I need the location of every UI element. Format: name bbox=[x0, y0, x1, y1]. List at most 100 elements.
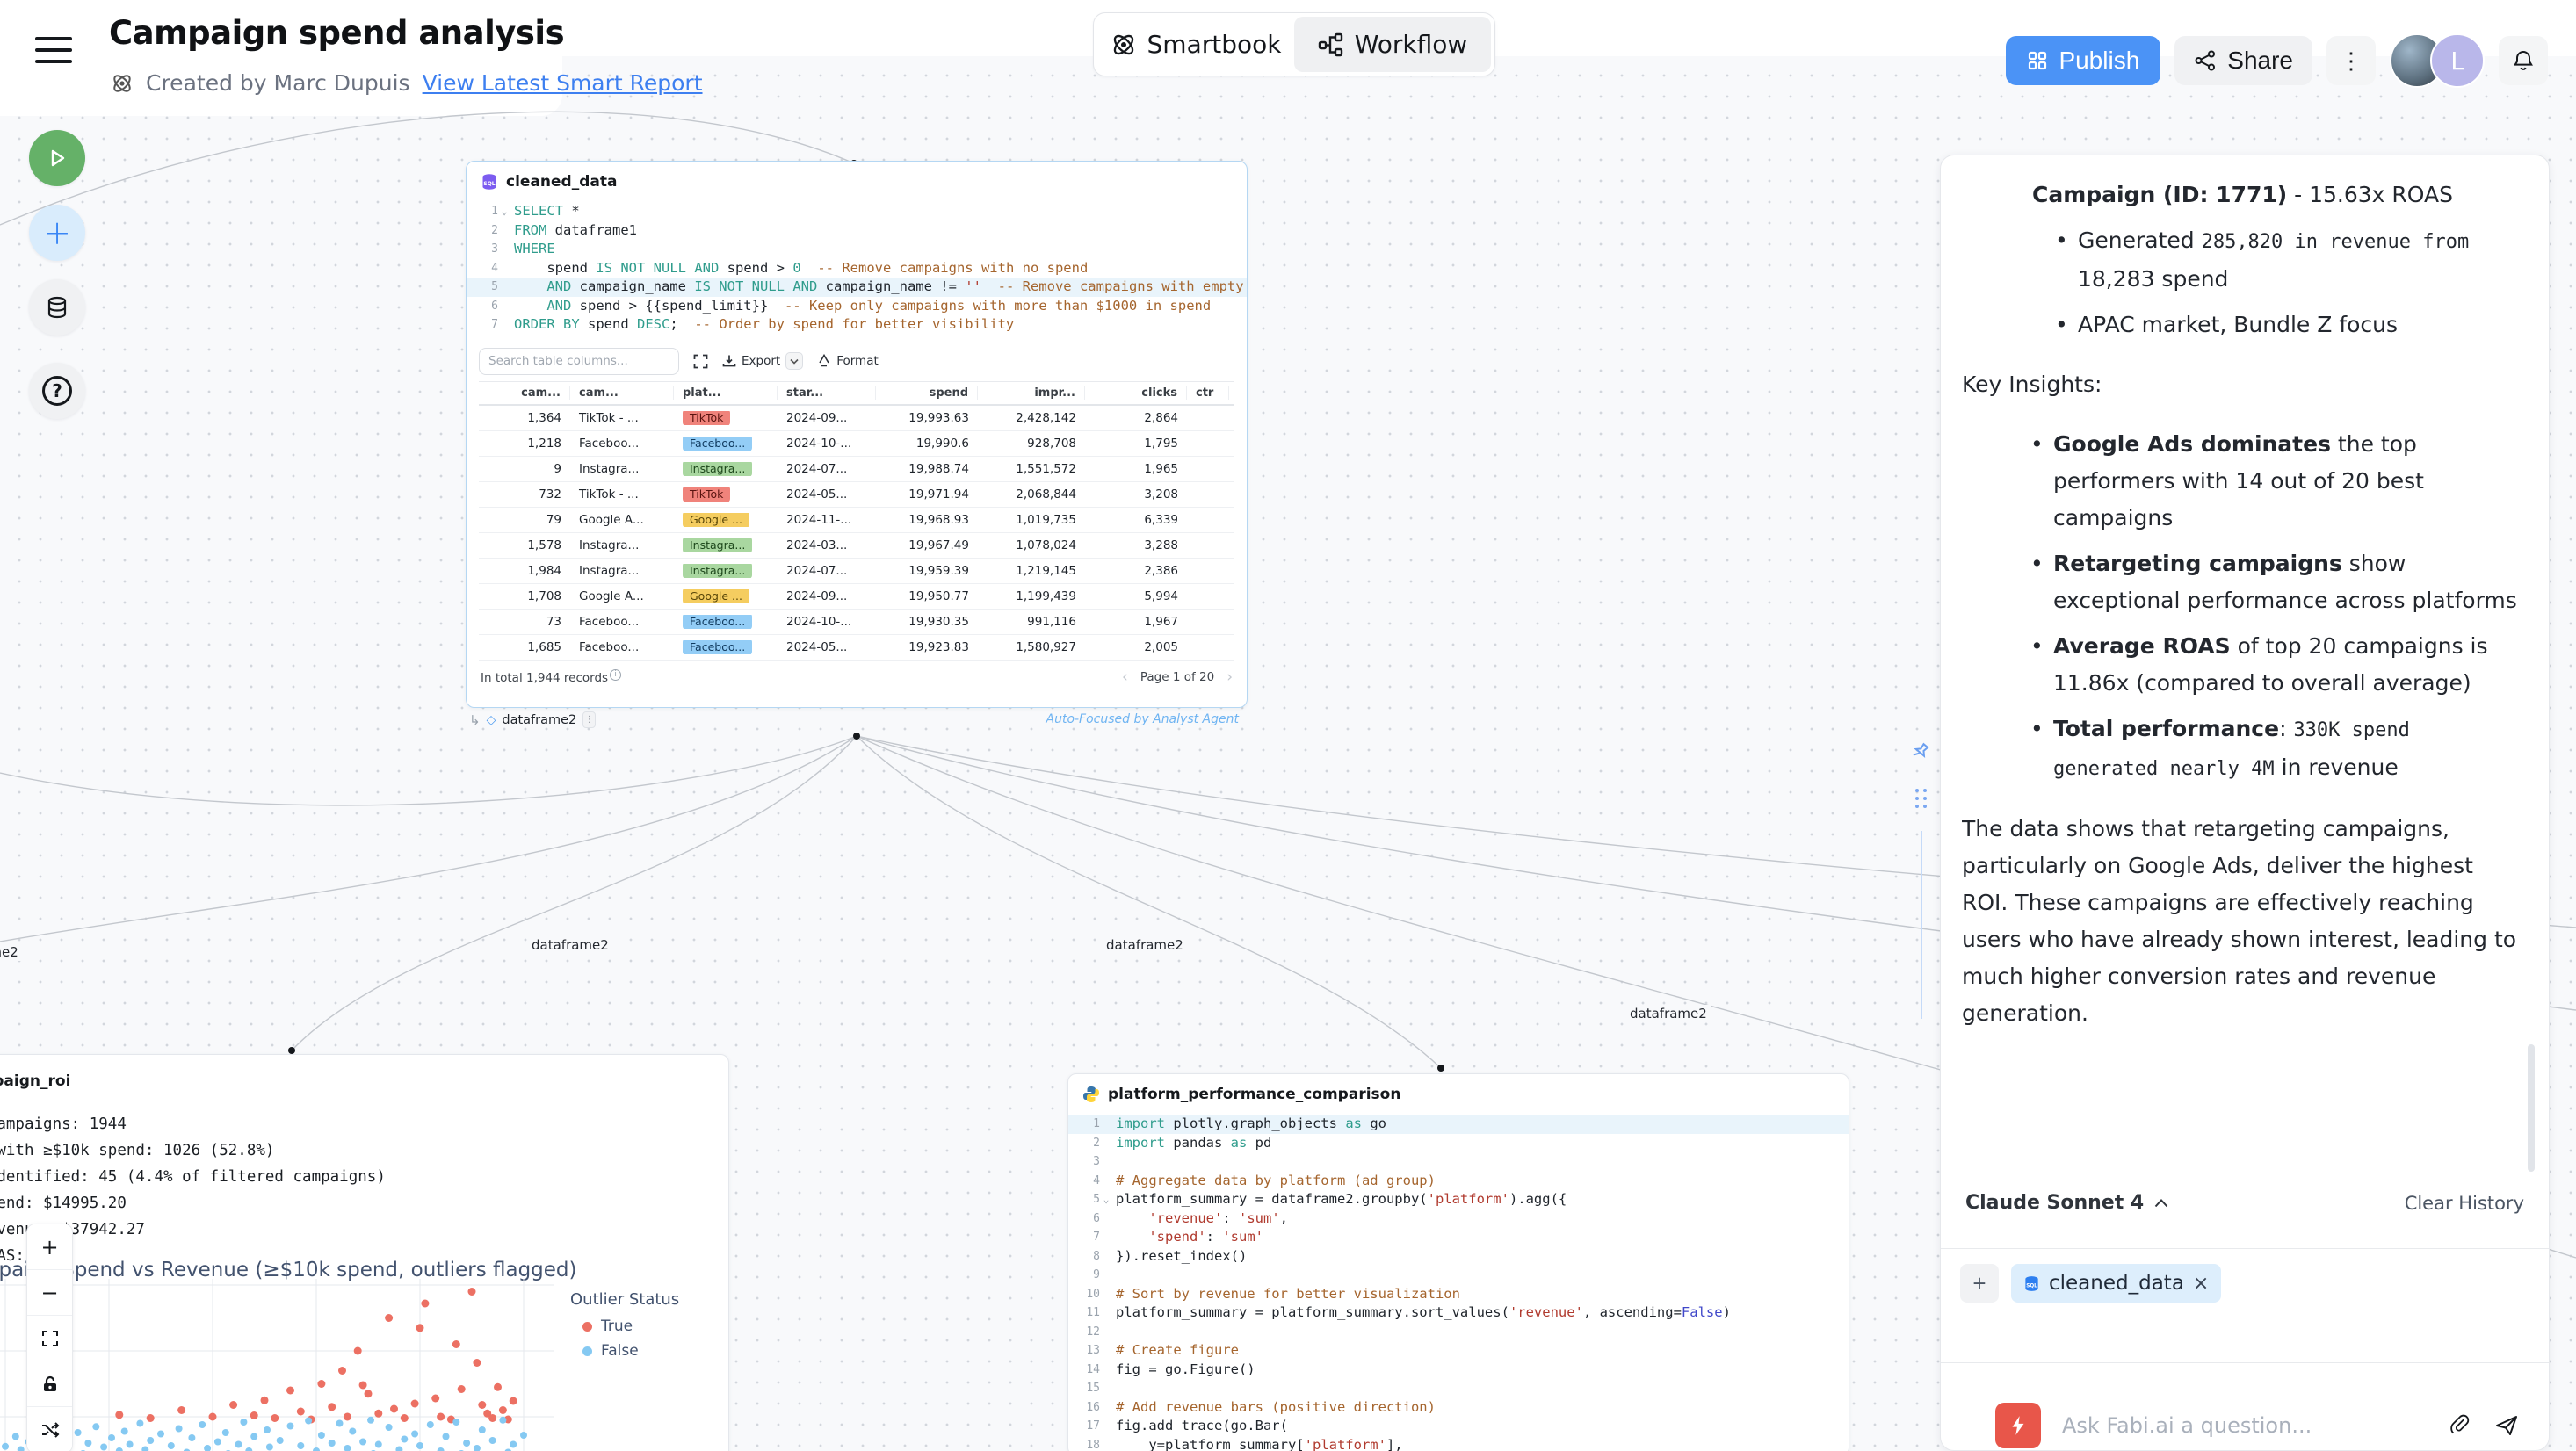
workflow-graph-icon bbox=[1318, 32, 1344, 58]
menu-icon[interactable] bbox=[35, 37, 72, 67]
tab-smartbook-label: Smartbook bbox=[1147, 30, 1282, 59]
send-button[interactable] bbox=[2494, 1413, 2519, 1438]
zoom-out-button[interactable]: − bbox=[27, 1270, 72, 1316]
svg-text:SQL: SQL bbox=[2026, 1283, 2037, 1289]
context-chip-label: cleaned_data bbox=[2049, 1272, 2184, 1295]
table-row[interactable]: 1,685Faceboo...Faceboo...2024-05...19,92… bbox=[479, 635, 1234, 661]
lock-button[interactable] bbox=[27, 1361, 72, 1407]
page-title: Campaign spend analysis bbox=[109, 14, 564, 52]
legend-item-false[interactable]: False bbox=[570, 1342, 679, 1360]
publish-button[interactable]: Publish bbox=[2006, 36, 2160, 85]
collaborator-avatars[interactable]: L bbox=[2390, 33, 2485, 88]
sql-database-icon: SQL bbox=[2023, 1275, 2040, 1292]
format-button[interactable]: Format bbox=[817, 354, 879, 368]
view-toggle: Smartbook Workflow bbox=[1093, 12, 1495, 76]
expand-icon bbox=[693, 354, 708, 369]
attachment-button[interactable] bbox=[2449, 1414, 2471, 1437]
share-icon bbox=[2194, 49, 2217, 72]
format-label: Format bbox=[836, 354, 879, 368]
tab-workflow[interactable]: Workflow bbox=[1294, 17, 1491, 72]
sql-code-editor[interactable]: 1⌄SELECT *2FROM dataframe13WHERE4 spend … bbox=[467, 199, 1247, 342]
sql-node-cleaned-data[interactable]: SQL cleaned_data 1⌄SELECT *2FROM datafra… bbox=[466, 161, 1248, 708]
table-row[interactable]: 1,364TikTok - ...TikTok2024-09...19,993.… bbox=[479, 406, 1234, 431]
sql-database-icon: SQL bbox=[481, 173, 498, 191]
node-title: platform_performance_comparison bbox=[1108, 1086, 1400, 1103]
clear-history-button[interactable]: Clear History bbox=[2405, 1193, 2524, 1214]
auto-focus-label: Auto-Focused by Analyst Agent bbox=[1019, 712, 1239, 726]
ask-question-input[interactable] bbox=[2062, 1413, 2428, 1438]
view-latest-smart-report-link[interactable]: View Latest Smart Report bbox=[423, 70, 703, 96]
smartbook-atom-icon bbox=[111, 72, 134, 95]
export-label: Export bbox=[742, 354, 780, 368]
output-arrow-icon: ↳ bbox=[469, 712, 481, 728]
run-workflow-button[interactable] bbox=[29, 130, 85, 186]
legend-title: Outlier Status bbox=[570, 1290, 679, 1309]
dataframe-diamond-icon: ◇ bbox=[487, 713, 496, 727]
edge-label-dataframe2-clipped: dataframe2 bbox=[0, 943, 23, 961]
record-count: In total 1,944 recordsi bbox=[481, 669, 621, 685]
tab-smartbook[interactable]: Smartbook bbox=[1097, 17, 1294, 72]
legend-item-true[interactable]: True bbox=[570, 1317, 679, 1335]
page-indicator: Page 1 of 20 bbox=[1140, 670, 1214, 684]
python-code-editor[interactable]: 1import plotly.graph_objects as go2impor… bbox=[1068, 1111, 1849, 1451]
ai-chat-panel: Campaign (ID: 1771) - 15.63x ROAS•Genera… bbox=[1940, 155, 2550, 1451]
context-chip-cleaned-data[interactable]: SQL cleaned_data × bbox=[2011, 1264, 2221, 1303]
chat-message: Campaign (ID: 1771) - 15.63x ROAS•Genera… bbox=[1962, 168, 2519, 1187]
remove-context-icon[interactable]: × bbox=[2193, 1273, 2209, 1295]
python-node-platform-performance[interactable]: platform_performance_comparison 1import … bbox=[1067, 1073, 1849, 1451]
add-node-button[interactable]: + bbox=[29, 205, 85, 261]
shuffle-layout-button[interactable] bbox=[27, 1407, 72, 1451]
chart-legend: Outlier Status True False bbox=[570, 1290, 679, 1367]
table-row[interactable]: 1,708Google A...Google ...2024-09...19,9… bbox=[479, 584, 1234, 610]
panel-drag-handle[interactable] bbox=[1915, 789, 1927, 808]
anchor-line bbox=[1921, 831, 1922, 1019]
smartbook-atom-icon bbox=[1111, 32, 1137, 58]
export-options-button[interactable] bbox=[785, 352, 803, 370]
database-icon bbox=[45, 295, 69, 320]
fit-view-button[interactable] bbox=[27, 1316, 72, 1361]
chevron-down-icon bbox=[790, 358, 799, 365]
download-icon bbox=[722, 354, 736, 368]
fullscreen-icon bbox=[41, 1330, 59, 1347]
add-context-button[interactable]: + bbox=[1960, 1264, 1999, 1303]
output-drag-handle[interactable]: ⋮ bbox=[582, 711, 596, 728]
node-output-chip[interactable]: ↳ ◇ dataframe2 ⋮ bbox=[469, 711, 596, 728]
next-page-button[interactable]: › bbox=[1226, 668, 1233, 686]
avatar-letter: L bbox=[2430, 33, 2485, 88]
prev-page-button[interactable]: ‹ bbox=[1122, 668, 1128, 686]
model-selector[interactable]: Claude Sonnet 4 bbox=[1965, 1192, 2168, 1214]
table-row[interactable]: 1,984Instagra...Instagra...2024-07...19,… bbox=[479, 559, 1234, 584]
info-icon[interactable]: i bbox=[610, 669, 621, 681]
table-row[interactable]: 732TikTok - ...TikTok2024-05...19,971.94… bbox=[479, 482, 1234, 508]
table-row[interactable]: 9Instagra...Instagra...2024-07...19,988.… bbox=[479, 457, 1234, 482]
bell-icon bbox=[2511, 48, 2536, 73]
result-table: cam...cam...plat...star...spendimpr...cl… bbox=[479, 381, 1234, 661]
lightning-icon bbox=[2007, 1414, 2030, 1437]
table-row[interactable]: 1,578Instagra...Instagra...2024-03...19,… bbox=[479, 533, 1234, 559]
export-button[interactable]: Export bbox=[722, 352, 803, 370]
data-sources-button[interactable] bbox=[29, 279, 85, 336]
lock-icon bbox=[41, 1375, 59, 1393]
paperclip-icon bbox=[2449, 1414, 2471, 1437]
share-label: Share bbox=[2227, 47, 2293, 75]
expand-table-button[interactable] bbox=[693, 354, 708, 369]
python-node-campaign-roi[interactable]: campaign_roi Filtered campaigns: 1944 Ca… bbox=[0, 1054, 729, 1451]
chat-scrollbar[interactable] bbox=[2528, 1044, 2535, 1172]
chevron-up-icon bbox=[2154, 1199, 2168, 1208]
share-button[interactable]: Share bbox=[2174, 36, 2312, 85]
zoom-in-button[interactable]: + bbox=[27, 1224, 72, 1270]
help-button[interactable]: ? bbox=[29, 363, 85, 419]
table-row[interactable]: 79Google A...Google ...2024-11-...19,968… bbox=[479, 508, 1234, 533]
search-table-columns-input[interactable] bbox=[479, 348, 679, 375]
more-options-button[interactable]: ⋮ bbox=[2326, 36, 2376, 85]
tab-workflow-label: Workflow bbox=[1355, 30, 1468, 59]
table-row[interactable]: 1,218Faceboo...Faceboo...2024-10-...19,9… bbox=[479, 431, 1234, 457]
canvas-zoom-toolbar: + − bbox=[26, 1224, 73, 1451]
table-header-row[interactable]: cam...cam...plat...star...spendimpr...cl… bbox=[479, 382, 1234, 406]
model-name-label: Claude Sonnet 4 bbox=[1965, 1192, 2144, 1214]
node-title: cleaned_data bbox=[506, 173, 617, 191]
notifications-button[interactable] bbox=[2499, 36, 2548, 85]
table-row[interactable]: 73Faceboo...Faceboo...2024-10-...19,930.… bbox=[479, 610, 1234, 635]
pin-icon[interactable] bbox=[1910, 741, 1931, 766]
svg-text:SQL: SQL bbox=[483, 181, 495, 187]
